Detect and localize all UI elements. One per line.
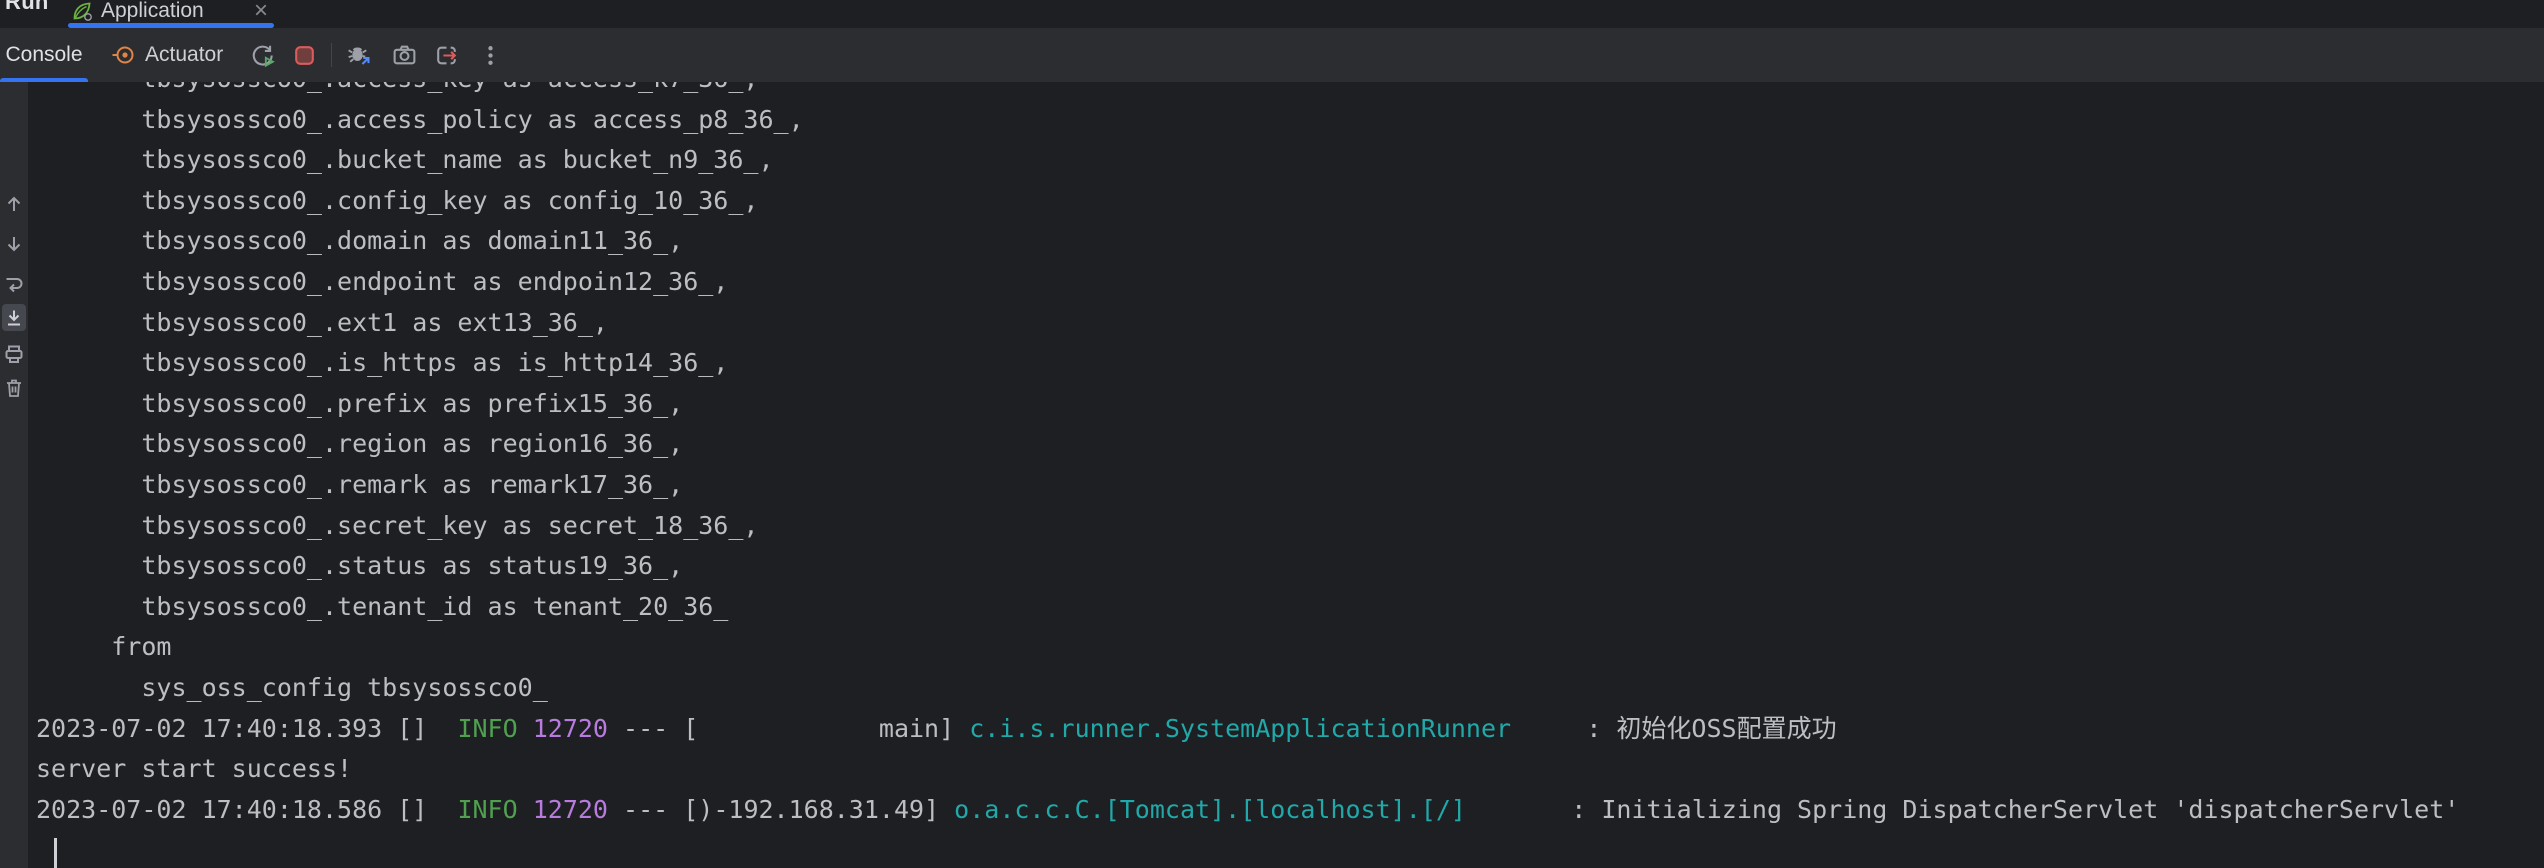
- attach-debugger-button[interactable]: [340, 37, 376, 73]
- stop-icon: [291, 42, 318, 69]
- close-icon[interactable]: ×: [254, 1, 268, 21]
- stop-button[interactable]: [286, 37, 322, 73]
- console-line: tbsysossco0_.is_https as is_http14_36_,: [36, 343, 2544, 384]
- console-line: tbsysossco0_.access_key as access_k7_36_…: [36, 82, 2544, 100]
- toolbar-separator: [331, 43, 332, 67]
- print-icon: [2, 342, 26, 366]
- console-line: from: [36, 627, 2544, 668]
- console-output-lines: tbsysossco0_.access_key as access_k7_36_…: [36, 82, 2544, 830]
- rerun-icon: [249, 42, 276, 69]
- console-output[interactable]: tbsysossco0_.access_key as access_k7_36_…: [28, 82, 2544, 868]
- console-line: tbsysossco0_.access_policy as access_p8_…: [36, 100, 2544, 141]
- console-line: tbsysossco0_.config_key as config_10_36_…: [36, 181, 2544, 222]
- kebab-menu-icon: [477, 42, 504, 69]
- console-line: tbsysossco0_.remark as remark17_36_,: [36, 465, 2544, 506]
- spring-boot-icon: [72, 1, 92, 21]
- detach-console-button[interactable]: [428, 37, 464, 73]
- arrow-up-icon: [2, 192, 26, 216]
- console-line: tbsysossco0_.bucket_name as bucket_n9_36…: [36, 140, 2544, 181]
- text-caret: [54, 838, 57, 868]
- console-line: tbsysossco0_.status as status19_36_,: [36, 546, 2544, 587]
- console-toolbar: Console Actuator: [0, 28, 2544, 82]
- tab-console-label: Console: [5, 43, 82, 67]
- more-options-button[interactable]: [472, 37, 508, 73]
- debug-icon: [345, 42, 372, 69]
- rerun-button[interactable]: [244, 37, 280, 73]
- prev-occurrence-button[interactable]: [2, 192, 26, 216]
- console-line: tbsysossco0_.prefix as prefix15_36_,: [36, 384, 2544, 425]
- run-tool-window: Run Application × Console: [0, 0, 2544, 868]
- console-line: 2023-07-02 17:40:18.393 [] INFO 12720 --…: [36, 709, 2544, 750]
- camera-icon: [391, 42, 418, 69]
- tab-actuator-label: Actuator: [145, 43, 223, 67]
- console-line: tbsysossco0_.region as region16_36_,: [36, 424, 2544, 465]
- arrow-down-icon: [2, 232, 26, 256]
- console-line: server start success!: [36, 749, 2544, 790]
- console-line: tbsysossco0_.ext1 as ext13_36_,: [36, 303, 2544, 344]
- clear-all-button[interactable]: [2, 376, 26, 400]
- tool-window-title: Run: [5, 0, 49, 15]
- tab-actuator[interactable]: Actuator: [110, 28, 223, 82]
- scroll-to-end-icon: [2, 306, 26, 330]
- trash-icon: [2, 376, 26, 400]
- thread-dump-button[interactable]: [386, 37, 422, 73]
- scroll-to-end-button[interactable]: [2, 304, 26, 331]
- soft-wrap-icon: [2, 272, 26, 296]
- console-line: 2023-07-02 17:40:18.586 [] INFO 12720 --…: [36, 790, 2544, 831]
- detach-icon: [433, 42, 460, 69]
- next-occurrence-button[interactable]: [2, 232, 26, 256]
- soft-wrap-button[interactable]: [2, 272, 26, 296]
- console-line: tbsysossco0_.secret_key as secret_18_36_…: [36, 506, 2544, 547]
- tab-application-label: Application: [101, 0, 204, 23]
- console-gutter: [0, 82, 28, 868]
- tab-console[interactable]: Console: [0, 28, 88, 82]
- console-line: tbsysossco0_.tenant_id as tenant_20_36_: [36, 587, 2544, 628]
- actuator-icon: [110, 42, 136, 68]
- console-line: tbsysossco0_.domain as domain11_36_,: [36, 221, 2544, 262]
- run-tab-bar: Run Application ×: [0, 0, 2544, 28]
- print-button[interactable]: [2, 342, 26, 366]
- console-line: sys_oss_config tbsysossco0_: [36, 668, 2544, 709]
- console-line: tbsysossco0_.endpoint as endpoin12_36_,: [36, 262, 2544, 303]
